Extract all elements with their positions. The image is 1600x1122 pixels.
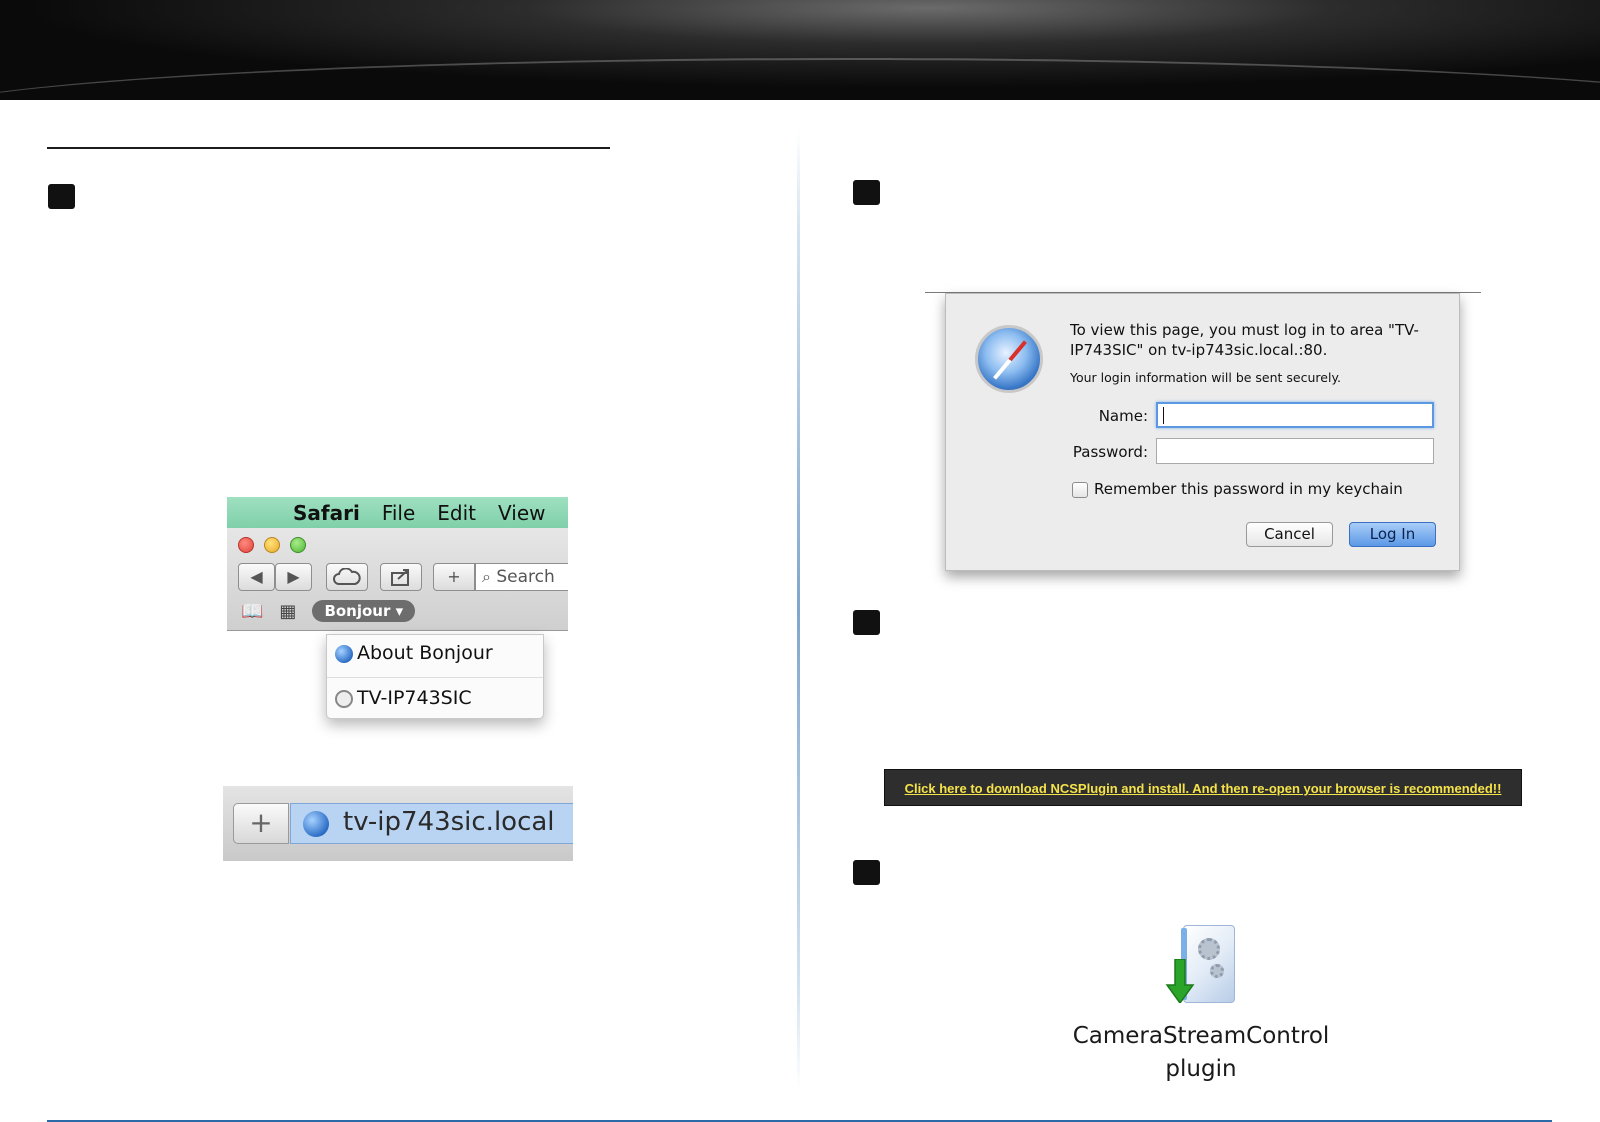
name-input[interactable] — [1156, 402, 1434, 428]
add-bookmark-button[interactable]: + — [233, 803, 289, 844]
close-window-icon[interactable] — [238, 537, 254, 553]
plugin-installer-icon[interactable] — [1165, 925, 1240, 1007]
column-divider — [797, 130, 800, 1090]
forward-button[interactable]: ▶ — [275, 563, 312, 591]
step-marker-4 — [853, 860, 880, 885]
menu-file[interactable]: File — [382, 501, 415, 525]
window-controls — [238, 537, 306, 553]
plugin-download-banner: Click here to download NCSPlugin and ins… — [884, 769, 1522, 806]
share-icon — [391, 569, 409, 586]
search-placeholder: Search — [496, 567, 555, 587]
section-title-rule — [47, 147, 610, 149]
new-tab-button[interactable]: + — [433, 563, 475, 591]
install-arrow-icon — [1165, 959, 1195, 1003]
login-dialog: To view this page, you must log in to ar… — [945, 293, 1460, 571]
url-text: tv-ip743sic.local — [343, 807, 555, 837]
mac-menubar: Safari File Edit View — [227, 497, 568, 528]
dropdown-item-about-bonjour[interactable]: About Bonjour — [357, 642, 493, 664]
text-caret — [1163, 407, 1164, 424]
top-sites-grid-icon[interactable]: ▦ — [279, 601, 296, 622]
safari-toolbar: ◀ ▶ + ⌕ Search 📖 ▦ Bonjour ▾ — [227, 528, 568, 631]
secure-note: Your login information will be sent secu… — [1070, 370, 1342, 385]
dropdown-separator — [327, 677, 543, 678]
plugin-download-link[interactable]: Click here to download NCSPlugin and ins… — [905, 781, 1502, 796]
minimize-window-icon[interactable] — [264, 537, 280, 553]
name-label: Name: — [1098, 407, 1148, 425]
log-in-button[interactable]: Log In — [1349, 522, 1436, 547]
step-marker-3 — [853, 610, 880, 635]
bookmarks-book-icon[interactable]: 📖 — [241, 601, 263, 622]
search-icon: ⌕ — [482, 567, 491, 586]
share-button[interactable] — [380, 563, 422, 591]
search-field[interactable]: ⌕ Search — [475, 563, 568, 591]
bookmarks-bar: 📖 ▦ Bonjour ▾ — [241, 600, 416, 622]
menu-view[interactable]: View — [498, 501, 545, 525]
safari-bonjour-screenshot: Safari File Edit View ◀ ▶ + ⌕ Search 📖 ▦… — [227, 497, 568, 750]
cloud-icon — [333, 567, 361, 585]
address-bar-screenshot: + tv-ip743sic.local — [223, 786, 573, 861]
plugin-icon-label: CameraStreamControl plugin — [1066, 1020, 1336, 1086]
cancel-button[interactable]: Cancel — [1246, 522, 1333, 547]
zoom-window-icon[interactable] — [290, 537, 306, 553]
password-label: Password: — [1072, 443, 1148, 461]
menu-edit[interactable]: Edit — [437, 501, 476, 525]
gear-icon — [1198, 938, 1220, 960]
icloud-tabs-button[interactable] — [326, 563, 368, 591]
plugin-label-line1: CameraStreamControl — [1072, 1023, 1330, 1049]
password-input[interactable] — [1156, 438, 1434, 464]
globe-icon — [303, 811, 329, 837]
plugin-label-line2: plugin — [1165, 1056, 1237, 1082]
dropdown-item-camera[interactable]: TV-IP743SIC — [357, 687, 472, 709]
bonjour-device-icon — [335, 690, 353, 708]
login-message: To view this page, you must log in to ar… — [1070, 321, 1419, 359]
menu-safari[interactable]: Safari — [293, 501, 360, 525]
bonjour-dropdown: About Bonjour TV-IP743SIC — [326, 634, 544, 719]
remember-password-checkbox[interactable] — [1072, 482, 1088, 498]
apple-icon[interactable] — [253, 502, 279, 524]
header-banner — [0, 0, 1600, 100]
url-field[interactable]: tv-ip743sic.local — [290, 803, 573, 844]
remember-password-label[interactable]: Remember this password in my keychain — [1094, 480, 1403, 498]
step-marker-1 — [48, 184, 75, 209]
globe-icon — [335, 645, 353, 663]
back-button[interactable]: ◀ — [238, 563, 275, 591]
small-gear-icon — [1210, 964, 1224, 978]
safari-compass-icon — [975, 325, 1043, 393]
step-marker-2 — [853, 180, 880, 205]
bonjour-menu-button[interactable]: Bonjour ▾ — [312, 600, 416, 622]
